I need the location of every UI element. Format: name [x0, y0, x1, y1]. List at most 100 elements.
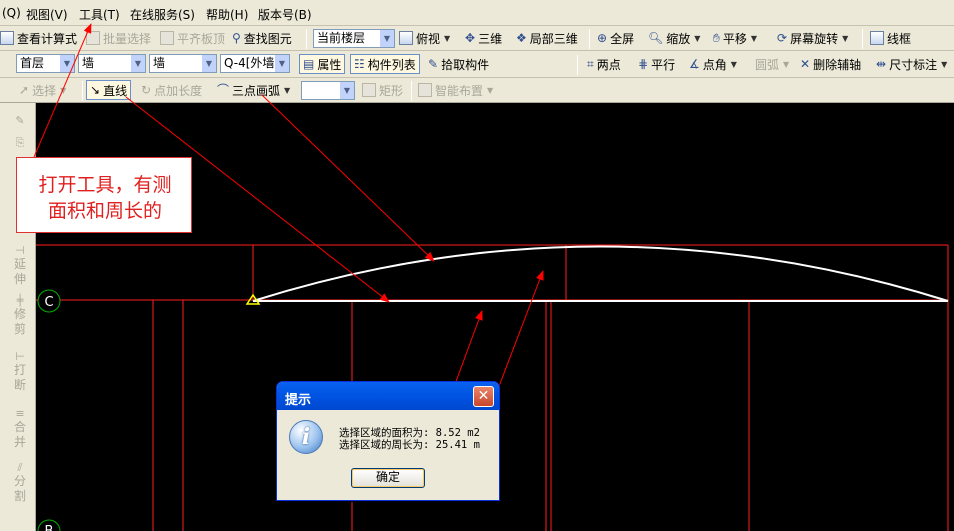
merge-tool[interactable]: ≡ 合并	[10, 406, 30, 450]
toolbar-separator	[577, 55, 578, 75]
fullscreen-button[interactable]: ⊕ 全屏	[597, 28, 634, 48]
select-button[interactable]: ➚ 选择 ▼	[19, 80, 66, 100]
chevron-down-icon: ▼	[783, 59, 790, 69]
three-point-arc-button[interactable]: ⌒ 三点画弧 ▼	[217, 80, 290, 100]
split-label: 分割	[13, 474, 26, 503]
menu-item-tools[interactable]: 工具(T)	[79, 6, 120, 23]
element-list-button[interactable]: ☷ 构件列表	[350, 54, 420, 74]
view-formula-button[interactable]: 查看计算式	[0, 28, 77, 48]
smart-layout-button[interactable]: 智能布置 ▼	[418, 80, 493, 100]
element-toolbar: 首层 ▼ 墙 ▼ 墙 ▼ Q-4[外墙] ▼ ▤ 属性 ☷ 构件列表 ✎ 拾取构件 ⌗ 两点 ⋕…	[0, 51, 954, 78]
zoom-label: 缩放	[666, 31, 691, 46]
find-element-label: 查找图元	[243, 31, 292, 46]
dialog-titlebar[interactable]: 提示 ✕	[277, 382, 499, 410]
pick-element-button[interactable]: ✎ 拾取构件	[428, 54, 489, 74]
align-slab-top-button[interactable]: 平齐板顶	[160, 28, 225, 48]
menu-item-version[interactable]: 版本号(B)	[258, 6, 312, 23]
line-label: 直线	[103, 83, 128, 98]
annotation-text: 打开工具，有测 面积和周长的	[21, 172, 189, 224]
pan-button[interactable]: ✋︎ 平移 ▼	[713, 28, 757, 48]
batch-select-button[interactable]: 批量选择	[86, 28, 151, 48]
menu-item-help[interactable]: 帮助(H)	[206, 6, 248, 23]
dimension-icon: ⇹	[876, 57, 887, 71]
break-icon: ⊢	[15, 350, 25, 363]
cube-icon	[399, 31, 413, 45]
find-element-button[interactable]: ⚲ 查找图元	[232, 28, 292, 48]
main-toolbar: 查看计算式 批量选择 平齐板顶 ⚲ 查找图元 当前楼层 ▼ 俯视 ▼ ✥ 三维 ❖ 局部三…	[0, 26, 954, 51]
type-select-value: 墙	[153, 56, 166, 70]
trim-label: 修剪	[13, 307, 26, 336]
pen-tool[interactable]: ✎	[10, 113, 30, 127]
category-select-value: 墙	[82, 56, 95, 70]
chevron-down-icon: ▼	[274, 55, 289, 72]
message-dialog: 提示 ✕ i 选择区域的面积为: 8.52 m2 选择区域的周长为: 25.41…	[276, 381, 500, 501]
close-button[interactable]: ✕	[473, 386, 494, 407]
properties-button[interactable]: ▤ 属性	[299, 54, 346, 74]
toolbar-separator	[82, 81, 83, 101]
arc-button[interactable]: 圆弧 ▼	[755, 54, 789, 74]
chevron-down-icon: ▼	[339, 82, 354, 99]
dimension-label: 尺寸标注	[889, 57, 938, 72]
three-d-button[interactable]: ✥ 三维	[465, 28, 502, 48]
annotation-line-1: 打开工具，有测	[38, 174, 172, 196]
floor-select[interactable]: 首层 ▼	[16, 54, 75, 73]
arc-label: 圆弧	[755, 57, 780, 72]
point-length-icon: ↻	[141, 83, 152, 97]
smart-layout-icon	[418, 83, 432, 97]
align-slab-icon	[160, 31, 174, 45]
binoculars-icon: ⚲	[232, 31, 241, 45]
parallel-button[interactable]: ⋕ 平行	[638, 54, 675, 74]
type-select[interactable]: 墙 ▼	[149, 54, 217, 73]
two-points-icon: ⌗	[587, 57, 594, 71]
rectangle-button[interactable]: 矩形	[362, 80, 403, 100]
local-3d-button[interactable]: ❖ 局部三维	[516, 28, 578, 48]
element-list-label: 构件列表	[367, 57, 416, 72]
zoom-button[interactable]: 🔍︎ 缩放 ▼	[648, 28, 700, 48]
category-select[interactable]: 墙 ▼	[78, 54, 146, 73]
break-tool[interactable]: ⊢ 打断	[10, 349, 30, 393]
menu-item-q[interactable]: (Q)	[2, 6, 21, 20]
dialog-title: 提示	[285, 393, 312, 408]
merge-icon: ≡	[15, 407, 25, 420]
wireframe-button[interactable]: 线框	[870, 28, 911, 48]
floor-combo[interactable]: 当前楼层 ▼	[313, 29, 395, 48]
point-angle-button[interactable]: ∡ 点角 ▼	[689, 54, 737, 74]
list-icon: ☷	[354, 57, 365, 71]
split-tool[interactable]: ⫽ 分割	[10, 460, 30, 504]
delete-aux-button[interactable]: ✕ 删除辅轴	[800, 54, 861, 74]
two-points-button[interactable]: ⌗ 两点	[587, 54, 621, 74]
chevron-down-icon: ▼	[201, 55, 216, 72]
menu-item-online-services[interactable]: 在线服务(S)	[130, 6, 195, 23]
top-view-button[interactable]: 俯视 ▼	[399, 28, 450, 48]
copy-tool[interactable]: ⎘	[10, 135, 30, 149]
pan-label: 平移	[722, 31, 747, 46]
point-length-button[interactable]: ↻ 点加长度	[141, 80, 202, 100]
chevron-down-icon: ▼	[694, 33, 701, 43]
properties-icon: ▤	[303, 57, 315, 71]
draw-toolbar: ➚ 选择 ▼ ↘ 直线 ↻ 点加长度 ⌒ 三点画弧 ▼ ▼ 矩形 智能布置 ▼	[0, 78, 954, 103]
chevron-down-icon: ▼	[444, 33, 451, 43]
ok-button[interactable]: 确定	[351, 468, 425, 488]
toolbar-separator	[589, 29, 590, 49]
menu-item-view[interactable]: 视图(V)	[26, 6, 68, 23]
extend-tool[interactable]: ⊣ 延伸	[10, 243, 30, 287]
pick-element-label: 拾取构件	[441, 57, 490, 72]
element-select-value: Q-4[外墙]	[224, 56, 280, 70]
measure-arc[interactable]	[252, 245, 949, 302]
eyedropper-icon: ✎	[428, 57, 439, 71]
break-label: 打断	[13, 363, 26, 392]
formula-icon	[0, 31, 14, 45]
annotation-note: 打开工具，有测 面积和周长的	[16, 157, 192, 233]
smart-layout-label: 智能布置	[435, 83, 484, 98]
wireframe-label: 线框	[887, 31, 912, 46]
draw-mode-combo[interactable]: ▼	[301, 81, 355, 100]
screen-rotate-button[interactable]: ⟳ 屏幕旋转 ▼	[777, 28, 848, 48]
element-select[interactable]: Q-4[外墙] ▼	[220, 54, 290, 73]
dimension-button[interactable]: ⇹ 尺寸标注 ▼	[876, 54, 947, 74]
chevron-down-icon: ▼	[130, 55, 145, 72]
trim-tool[interactable]: ╪ 修剪	[10, 293, 30, 337]
line-button[interactable]: ↘ 直线	[86, 80, 132, 100]
trim-icon: ╪	[16, 294, 24, 307]
zoom-fit-icon: ⊕	[597, 31, 608, 45]
floor-combo-value: 当前楼层	[317, 31, 366, 45]
